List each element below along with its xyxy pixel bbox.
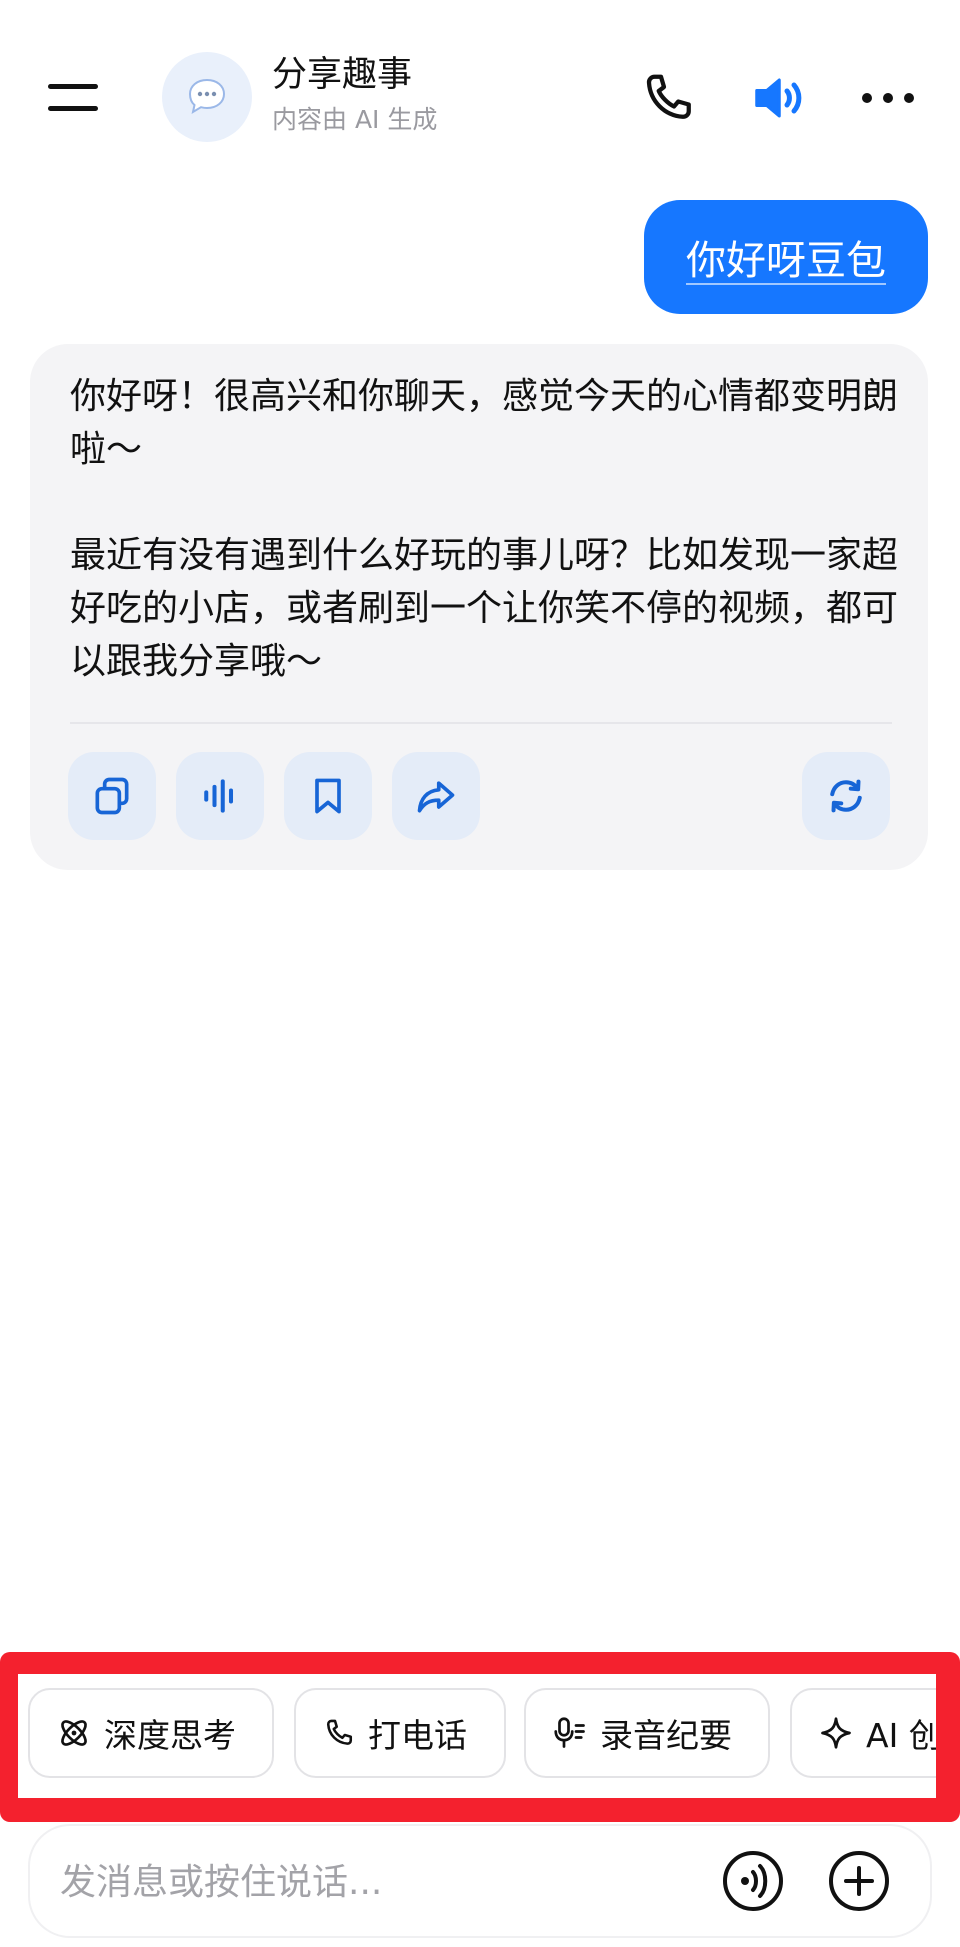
chip-label: 打电话 — [368, 1716, 467, 1755]
copy-button[interactable] — [68, 752, 156, 840]
share-button[interactable] — [392, 752, 480, 840]
speaker-icon[interactable] — [748, 68, 808, 128]
phone-icon[interactable] — [638, 68, 698, 128]
copy-icon — [95, 777, 129, 815]
voice-wave-icon — [204, 779, 234, 813]
ai-generated-note: 内容由 AI 生成 — [272, 105, 438, 134]
bookmark-button[interactable] — [284, 752, 372, 840]
call-chip[interactable]: 打电话 — [294, 1688, 506, 1778]
bookmark-icon — [315, 778, 341, 814]
menu-icon[interactable] — [48, 80, 100, 116]
phone-icon — [326, 1719, 353, 1745]
atom-icon — [61, 1720, 87, 1746]
bot-avatar[interactable] — [162, 52, 252, 142]
chat-screen: 分享趣事 内容由 AI 生成 你好呀豆包 你好呀！很高兴和你聊天，感觉今天的心情… — [0, 0, 960, 1947]
chip-label: 深度思考 — [104, 1716, 236, 1755]
regenerate-icon — [830, 779, 862, 813]
plus-icon[interactable] — [826, 1848, 892, 1914]
chip-label: 录音纪要 — [600, 1716, 732, 1755]
ai-message-paragraph: 最近有没有遇到什么好玩的事儿呀？比如发现一家超好吃的小店，或者刷到一个让你笑不停… — [70, 535, 899, 682]
voice-mode-icon[interactable] — [720, 1848, 786, 1914]
message-divider — [70, 722, 892, 724]
message-input-bar — [30, 1826, 930, 1936]
regenerate-button[interactable] — [802, 752, 890, 840]
user-message-bubble[interactable]: 你好呀豆包 — [644, 200, 928, 314]
deep-think-chip[interactable]: 深度思考 — [28, 1688, 274, 1778]
chip-label: AI 创 — [866, 1716, 936, 1755]
more-icon[interactable] — [858, 68, 918, 128]
mic-icon — [554, 1717, 585, 1748]
read-aloud-button[interactable] — [176, 752, 264, 840]
chat-title: 分享趣事 — [272, 55, 413, 95]
ai-message-card: 你好呀！很高兴和你聊天，感觉今天的心情都变明朗啦～ 最近有没有遇到什么好玩的事儿… — [30, 344, 928, 870]
share-icon — [417, 781, 455, 813]
message-input[interactable] — [58, 1851, 702, 1913]
user-message-text: 你好呀豆包 — [686, 238, 886, 284]
chat-bubble-icon — [188, 78, 226, 115]
sparkle-icon — [821, 1717, 851, 1749]
ai-message-paragraph: 你好呀！很高兴和你聊天，感觉今天的心情都变明朗啦～ — [70, 376, 899, 470]
quick-action-bar[interactable]: 深度思考 打电话 录音纪要 AI 创 — [18, 1674, 936, 1798]
ai-create-chip[interactable]: AI 创 — [790, 1688, 936, 1778]
ai-message-text: 你好呀！很高兴和你聊天，感觉今天的心情都变明朗啦～ 最近有没有遇到什么好玩的事儿… — [70, 370, 900, 688]
recording-notes-chip[interactable]: 录音纪要 — [524, 1688, 770, 1778]
